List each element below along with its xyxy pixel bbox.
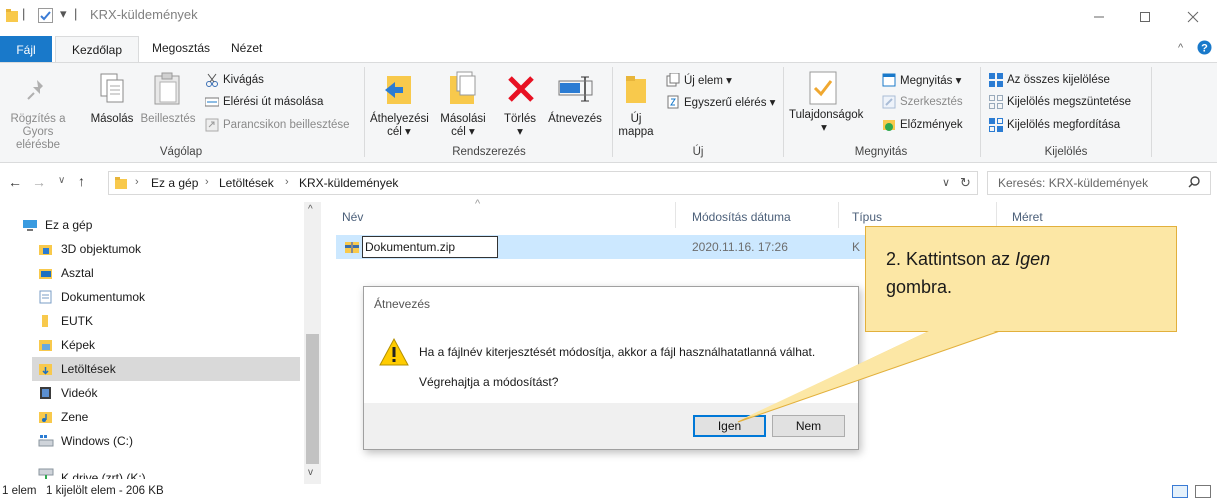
callout-pointer-mask [740,330,999,420]
